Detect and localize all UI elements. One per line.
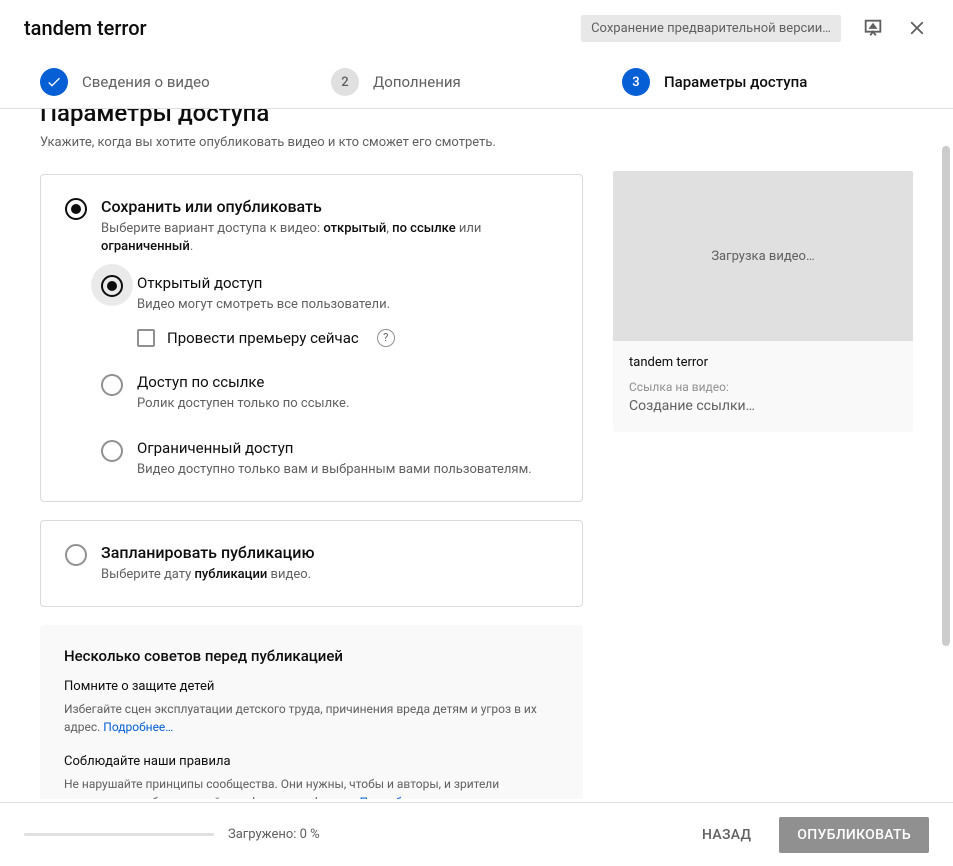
step-number: 3: [622, 68, 650, 96]
close-icon[interactable]: [905, 16, 929, 40]
check-icon: [40, 68, 68, 96]
option-desc: Видео доступно только вам и выбранным ва…: [137, 461, 532, 479]
back-button[interactable]: НАЗАД: [684, 817, 769, 853]
option-title: Ограниченный доступ: [137, 439, 532, 457]
radio-private[interactable]: [101, 440, 123, 462]
preview-link-label: Ссылка на видео:: [629, 380, 897, 394]
publish-button[interactable]: ОПУБЛИКОВАТЬ: [779, 817, 929, 853]
feedback-icon[interactable]: [861, 16, 885, 40]
tips-title: Несколько советов перед публикацией: [64, 647, 559, 665]
radio-save-publish[interactable]: [65, 198, 87, 220]
premiere-checkbox[interactable]: [137, 329, 155, 347]
section-title: Параметры доступа: [40, 109, 583, 127]
radio-schedule[interactable]: [65, 544, 87, 566]
preview-video-title: tandem terror: [629, 355, 897, 370]
step-details[interactable]: Сведения о видео: [40, 68, 331, 96]
option-desc: Ролик доступен только по ссылке.: [137, 395, 349, 413]
radio-title: Сохранить или опубликовать: [101, 197, 558, 216]
help-icon[interactable]: ?: [377, 329, 395, 347]
draft-status-badge: Сохранение предварительной версии…: [581, 15, 841, 42]
radio-public[interactable]: [101, 275, 123, 297]
step-number: 2: [331, 68, 359, 96]
radio-desc: Выберите вариант доступа к видео: открыт…: [101, 220, 558, 256]
video-preview: Загрузка видео…: [613, 171, 913, 341]
section-subtitle: Укажите, когда вы хотите опубликовать ви…: [40, 135, 583, 150]
premiere-label: Провести премьеру сейчас: [167, 329, 359, 347]
schedule-card: Запланировать публикацию Выберите дату п…: [40, 520, 583, 607]
tip-heading: Соблюдайте наши правила: [64, 754, 559, 769]
tips-card: Несколько советов перед публикацией Помн…: [40, 625, 583, 799]
loading-text: Загрузка видео…: [711, 249, 814, 264]
save-publish-card: Сохранить или опубликовать Выберите вари…: [40, 174, 583, 502]
preview-link-value: Создание ссылки…: [629, 398, 897, 414]
option-title: Доступ по ссылке: [137, 373, 349, 391]
tip-link[interactable]: Подробнее…: [359, 795, 429, 799]
page-title: tandem terror: [24, 16, 147, 40]
tip-heading: Помните о защите детей: [64, 679, 559, 694]
tip-link[interactable]: Подробнее…: [103, 720, 173, 734]
upload-progress-text: Загружено: 0 %: [228, 827, 320, 842]
step-label: Параметры доступа: [664, 73, 807, 91]
step-elements[interactable]: 2 Дополнения: [331, 68, 622, 96]
option-desc: Видео могут смотреть все пользователи.: [137, 296, 390, 314]
step-visibility[interactable]: 3 Параметры доступа: [622, 68, 913, 96]
step-label: Дополнения: [373, 73, 461, 91]
stepper: Сведения о видео 2 Дополнения 3 Параметр…: [0, 56, 953, 109]
step-label: Сведения о видео: [82, 73, 210, 91]
radio-desc: Выберите дату публикации видео.: [101, 566, 314, 584]
tip-text: Избегайте сцен эксплуатации детского тру…: [64, 700, 559, 736]
radio-title: Запланировать публикацию: [101, 543, 314, 562]
option-title: Открытый доступ: [137, 274, 390, 292]
scrollbar-thumb[interactable]: [942, 146, 950, 646]
upload-progress-bar: [24, 833, 214, 836]
radio-unlisted[interactable]: [101, 374, 123, 396]
tip-text: Не нарушайте принципы сообщества. Они ну…: [64, 775, 559, 799]
